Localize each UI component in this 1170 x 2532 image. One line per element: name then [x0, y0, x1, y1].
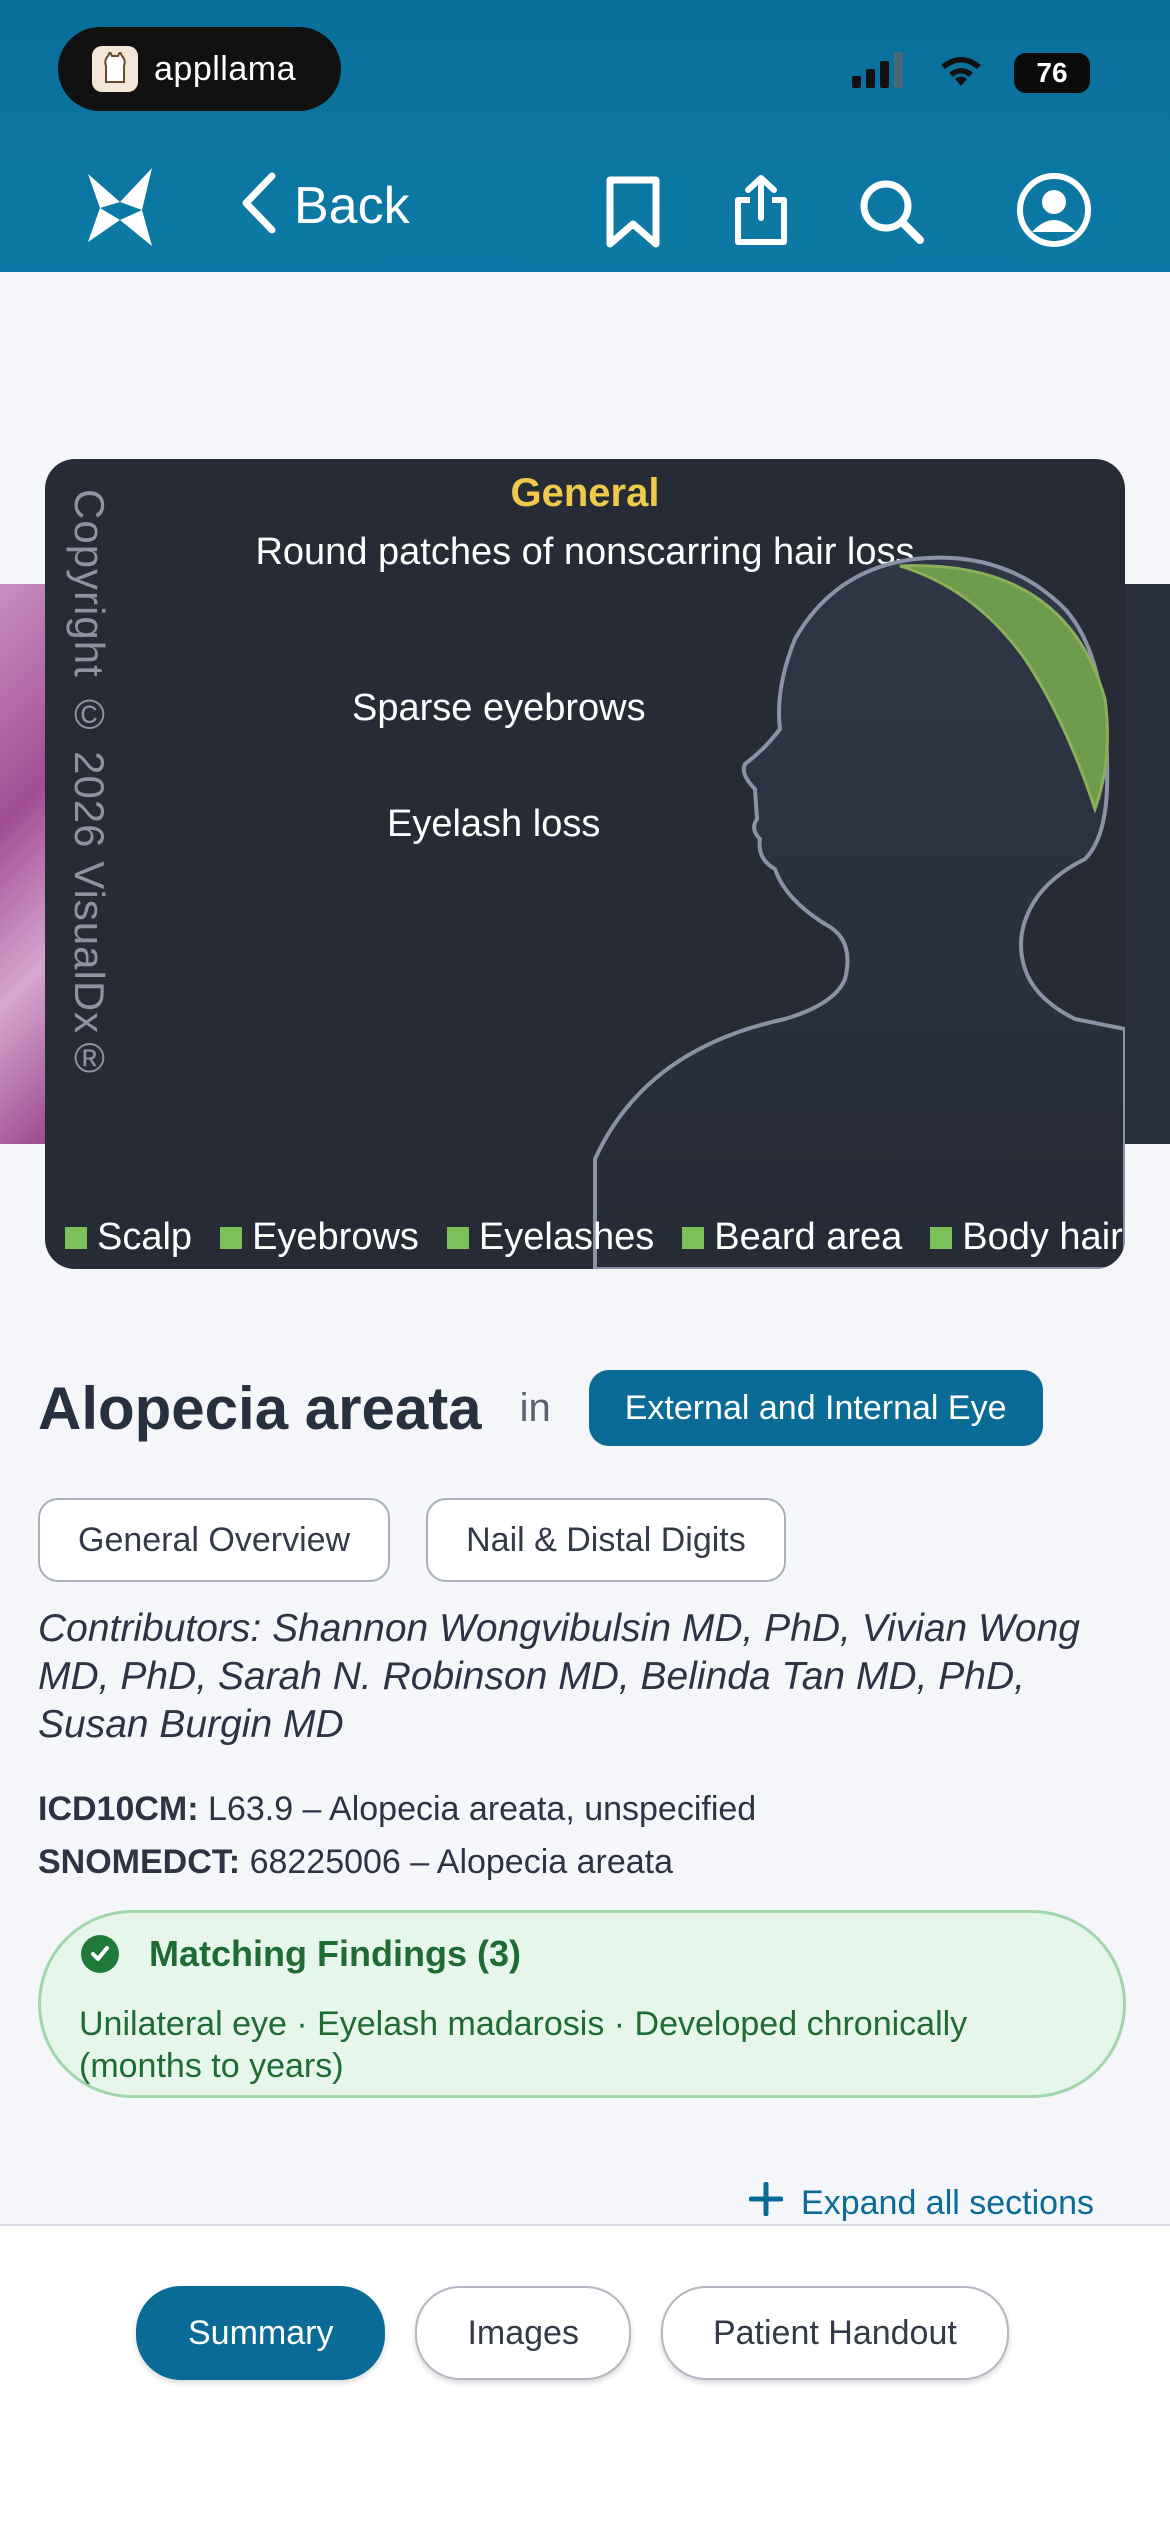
tab-row: Summary Images Patient Handout	[136, 2286, 1009, 2380]
category-chip[interactable]: External and Internal Eye	[588, 1370, 1043, 1446]
legend-label: Eyebrows	[252, 1216, 419, 1258]
legend-label: Scalp	[97, 1216, 193, 1258]
app-indicator-pill[interactable]: appllama	[58, 27, 341, 111]
back-label: Back	[294, 176, 410, 235]
icd-value: L63.9 – Alopecia areata, unspecified	[208, 1790, 757, 1828]
visualdx-logo-icon[interactable]	[86, 164, 154, 250]
cellular-signal-icon	[852, 52, 908, 93]
share-icon	[732, 174, 790, 251]
legend-swatch	[682, 1226, 705, 1249]
figure-legend: Scalp Eyebrows Eyelashes Beard area Body…	[65, 1216, 1123, 1259]
plus-icon	[748, 2181, 784, 2225]
nav-row: Back	[0, 160, 1170, 260]
tab-summary[interactable]: Summary	[136, 2286, 386, 2380]
legend-item: Eyelashes	[446, 1216, 655, 1259]
expand-all-sections-button[interactable]: Expand all sections	[748, 2181, 1094, 2225]
legend-swatch	[220, 1226, 243, 1249]
legend-swatch	[65, 1226, 87, 1249]
bottom-tab-bar: Summary Images Patient Handout	[0, 2226, 1170, 2532]
profile-button[interactable]	[1016, 172, 1092, 253]
tab-images[interactable]: Images	[415, 2286, 631, 2380]
share-button[interactable]	[732, 174, 790, 251]
findings-text: Unilateral eye · Eyelash madarosis · Dev…	[79, 2005, 968, 2085]
legend-swatch	[446, 1226, 469, 1249]
related-chips: General Overview Nail & Distal Digits	[38, 1498, 786, 1582]
findings-title: Matching Findings (3)	[81, 1933, 521, 1975]
bookmark-button[interactable]	[604, 176, 662, 253]
status-icons: 76	[852, 52, 1090, 93]
matching-findings-card[interactable]: Matching Findings (3) Unilateral eye · E…	[38, 1910, 1126, 2098]
legend-item: Scalp	[65, 1216, 192, 1259]
snomed-code-line: SNOMEDCT: 68225006 – Alopecia areata	[38, 1843, 673, 1882]
snomed-label: SNOMEDCT:	[38, 1843, 241, 1881]
expand-label: Expand all sections	[801, 2184, 1094, 2222]
legend-label: Body hair	[962, 1216, 1123, 1258]
previous-image-thumbnail[interactable]	[0, 584, 46, 1144]
icd-label: ICD10CM:	[38, 1790, 199, 1828]
app-name: appllama	[154, 49, 296, 88]
findings-title-label: Matching Findings (3)	[149, 1933, 521, 1974]
user-account-icon	[1016, 172, 1092, 253]
legend-item: Body hair	[930, 1216, 1123, 1259]
search-icon	[858, 178, 926, 251]
title-row: Alopecia areata in External and Internal…	[38, 1370, 1043, 1446]
snomed-value: 68225006 – Alopecia areata	[249, 1843, 674, 1881]
hero-figure[interactable]: General Round patches of nonscarring hai…	[45, 459, 1125, 1269]
icd-code-line: ICD10CM: L63.9 – Alopecia areata, unspec…	[38, 1790, 756, 1829]
contributors-text: Contributors: Shannon Wongvibulsin MD, P…	[38, 1607, 1080, 1746]
search-button[interactable]	[858, 178, 926, 251]
legend-label: Beard area	[714, 1216, 903, 1258]
bookmark-icon	[604, 176, 662, 253]
legend-item: Beard area	[682, 1216, 902, 1259]
llama-logo-icon	[92, 46, 138, 92]
chip-nail-distal-digits[interactable]: Nail & Distal Digits	[426, 1498, 786, 1582]
battery-indicator: 76	[1014, 52, 1090, 93]
checkmark-icon	[81, 1935, 119, 1973]
legend-item: Eyebrows	[220, 1216, 419, 1259]
tab-patient-handout[interactable]: Patient Handout	[660, 2286, 1009, 2380]
legend-label: Eyelashes	[478, 1216, 655, 1258]
top-bar: appllama 76 Back	[0, 0, 1170, 272]
page-title: Alopecia areata	[38, 1374, 482, 1442]
next-image-thumbnail[interactable]	[1124, 584, 1170, 1144]
wifi-icon	[936, 52, 986, 93]
back-button[interactable]: Back	[240, 172, 410, 239]
chip-general-overview[interactable]: General Overview	[38, 1498, 391, 1582]
chevron-left-icon	[240, 172, 276, 239]
head-silhouette-illustration	[593, 555, 1125, 1269]
legend-swatch	[930, 1226, 953, 1249]
in-label: in	[519, 1385, 551, 1430]
